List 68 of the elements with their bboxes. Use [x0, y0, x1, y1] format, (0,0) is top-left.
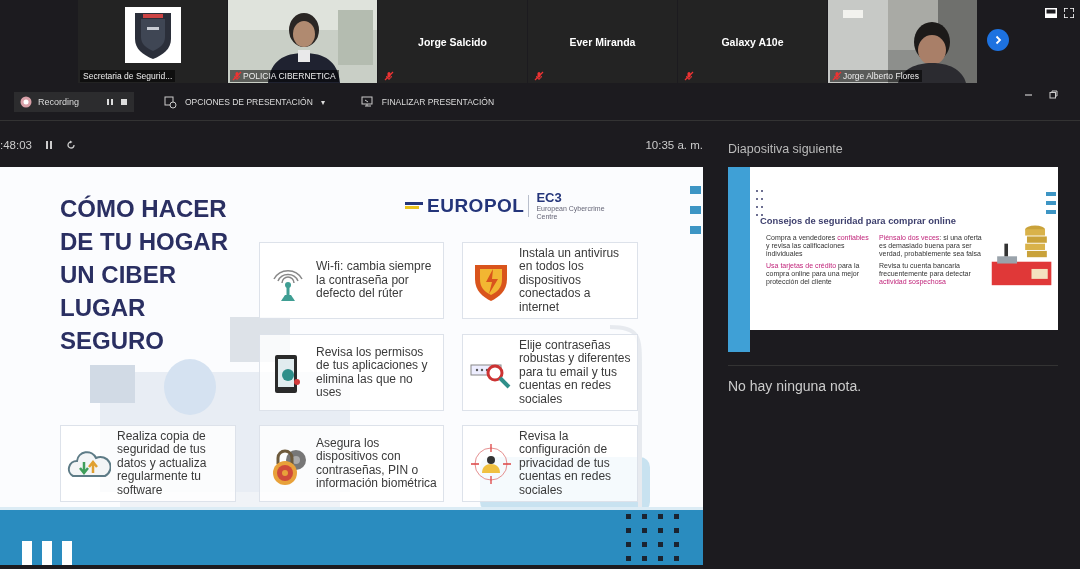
dot-mark — [674, 542, 679, 547]
stripe-mark — [22, 541, 32, 565]
recording-icon — [20, 96, 32, 108]
participant-name: Jorge Alberto Flores — [830, 70, 923, 82]
slide-title: DE TU HOGAR — [60, 227, 228, 257]
square-mark — [690, 186, 701, 194]
dots-decoration — [755, 189, 765, 219]
dot-mark — [626, 514, 631, 519]
options-icon — [164, 95, 177, 109]
stripes-decoration — [1046, 192, 1056, 214]
logo-wordmark: EUROPOL — [427, 195, 530, 217]
tip-text: Realiza copia de seguridad de tus datos y actualiza regularmente tu software — [117, 429, 208, 498]
tip-text: Revisa los permisos de tus aplicaciones y elimina las que no uses — [316, 345, 429, 400]
slide-title: CÓMO HACER — [60, 194, 227, 224]
participant-name: Ever Miranda — [569, 35, 636, 48]
presentation-options-button[interactable]: OPCIONES DE PRESENTACIÓN ▾ — [164, 95, 325, 109]
participant-name: Secretaria de Segurid... — [80, 70, 176, 82]
dot-mark — [674, 514, 679, 519]
dot-mark — [658, 528, 663, 533]
chevron-icon — [993, 35, 1003, 45]
tip-text: Asegura los dispositivos con contraseñas, PIN o información biométrica — [316, 436, 437, 491]
stripe-mark — [62, 541, 72, 565]
slide-title: LUGAR — [60, 293, 146, 323]
end-presentation-button[interactable]: FINALIZAR PRESENTACIÓN — [360, 95, 495, 109]
next-slide-label: Diapositiva siguiente — [728, 141, 844, 158]
dot-mark — [642, 514, 647, 519]
next-page-button[interactable] — [987, 29, 1009, 51]
elapsed-time: :48:03 — [0, 139, 32, 151]
view-icon[interactable] — [1045, 8, 1057, 18]
shield-logo — [124, 6, 181, 63]
dot-mark — [642, 556, 647, 561]
slide-title: SEGURO — [60, 326, 164, 356]
stripe-mark — [42, 541, 52, 565]
flag-icon — [405, 200, 423, 212]
pause-icon[interactable] — [44, 140, 54, 150]
dot-mark — [658, 514, 663, 519]
clock-time: 10:35 a. m. — [645, 139, 703, 151]
square-mark — [690, 226, 701, 234]
tip-text: Wi-fi: cambia siempre la contraseña por defecto del rúter — [316, 260, 433, 301]
dot-mark — [674, 556, 679, 561]
dot-mark — [626, 556, 631, 561]
dot-mark — [658, 556, 663, 561]
pause-icon[interactable] — [106, 98, 114, 106]
reset-icon[interactable] — [66, 140, 76, 150]
dot-mark — [626, 528, 631, 533]
logo-unit-name: EC3 — [536, 191, 563, 205]
dot-mark — [642, 542, 647, 547]
fullscreen-icon[interactable] — [1064, 8, 1074, 18]
tip-text: Elije contraseñas robustas y diferentes para tu email y tus cuentas en redes sociales — [519, 338, 631, 407]
monitor-drawing — [90, 365, 135, 403]
tip-text: Instala un antivirus en todos los dispositivos conectados a internet — [519, 246, 621, 315]
dot-mark — [642, 528, 647, 533]
notes-text: No hay ninguna nota. — [728, 378, 863, 394]
square-mark — [690, 206, 701, 214]
restore-icon[interactable] — [1049, 90, 1058, 99]
dot-mark — [674, 528, 679, 533]
thumbnail-title: Consejos de seguridad para comprar online — [760, 215, 957, 226]
participant-name: Galaxy A10e — [721, 35, 784, 48]
dot-mark — [658, 542, 663, 547]
participant-name: Jorge Salcido — [418, 35, 487, 48]
stop-icon[interactable] — [120, 98, 128, 106]
recording-label: Recording — [38, 97, 80, 107]
screen-icon — [360, 95, 374, 109]
target-user-icon — [469, 441, 513, 486]
dot-mark — [626, 542, 631, 547]
tip-text: Revisa la configuración de privacidad de tus cuentas en redes sociales — [519, 429, 613, 498]
participant-name: POLICIA CIBERNETICA — [230, 70, 339, 82]
slide-title: UN CIBER — [60, 260, 176, 290]
